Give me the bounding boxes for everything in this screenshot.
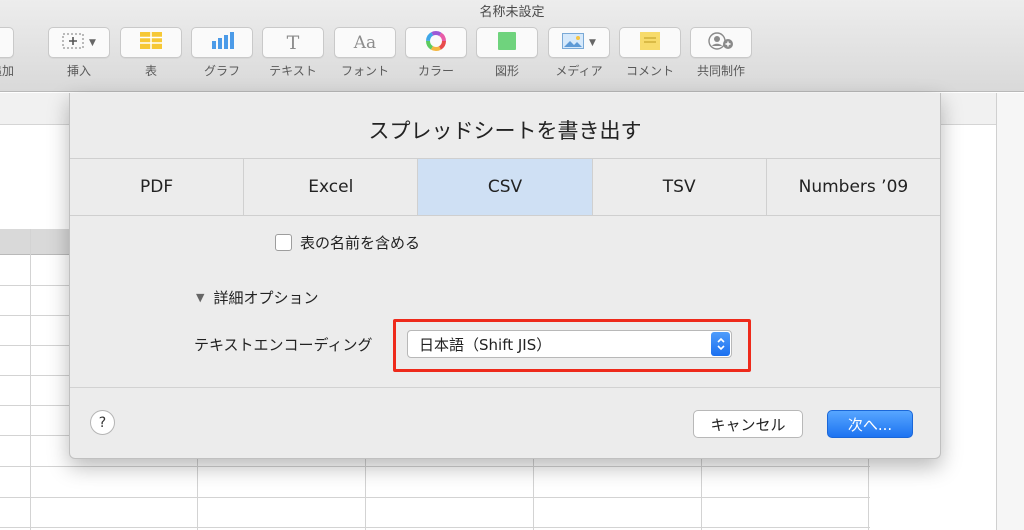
toolbar-table-label: 表 — [144, 64, 157, 78]
text-icon: T — [286, 31, 300, 54]
toolbar: 名称未設定 ▼ を追加 ▼ 挿入 表 グラフ T テキスト — [0, 0, 1024, 92]
toolbar-media-label: メディア — [555, 64, 603, 78]
toolbar-font-label: フォント — [340, 64, 389, 78]
inspector-panel-edge — [996, 93, 1024, 530]
toolbar-comment-button[interactable]: コメント — [619, 27, 681, 79]
toolbar-collaborate-button[interactable]: 共同制作 — [690, 27, 752, 79]
include-table-names-label[interactable]: 表の名前を含める — [300, 232, 420, 253]
toolbar-collaborate-label: 共同制作 — [696, 64, 745, 78]
advanced-options-disclosure[interactable]: ▼ 詳細オプション — [196, 287, 318, 308]
toolbar-font-button[interactable]: Aa フォント — [334, 27, 396, 79]
window-title: 名称未設定 — [479, 5, 545, 20]
toolbar-text-button[interactable]: T テキスト — [262, 27, 324, 79]
toolbar-add-button[interactable]: ▼ を追加 — [0, 27, 14, 79]
toolbar-insert-label: 挿入 — [66, 64, 91, 78]
toolbar-shape-button[interactable]: 図形 — [476, 27, 538, 79]
include-table-names-option: 表の名前を含める — [275, 232, 420, 253]
shape-icon — [498, 31, 516, 54]
cancel-button[interactable]: キャンセル — [693, 410, 803, 438]
disclosure-triangle-icon[interactable]: ▼ — [196, 291, 204, 304]
dialog-title: スプレッドシートを書き出す — [368, 119, 642, 143]
include-table-names-checkbox[interactable] — [275, 234, 292, 251]
next-button[interactable]: 次へ... — [827, 410, 913, 438]
toolbar-insert-button[interactable]: ▼ 挿入 — [48, 27, 110, 79]
format-tab-bar: PDF Excel CSV TSV Numbers ’09 — [70, 158, 941, 216]
advanced-options-label[interactable]: 詳細オプション — [213, 287, 318, 308]
export-dialog: スプレッドシートを書き出す PDF Excel CSV TSV Numbers … — [69, 93, 941, 459]
toolbar-table-button[interactable]: 表 — [120, 27, 182, 79]
bar-chart-icon — [210, 32, 234, 53]
help-button[interactable]: ? — [90, 410, 115, 435]
toolbar-color-button[interactable]: カラー — [405, 27, 467, 79]
toolbar-chart-label: グラフ — [203, 64, 240, 78]
toolbar-text-label: テキスト — [269, 64, 317, 78]
toolbar-shape-label: 図形 — [494, 64, 519, 78]
tab-excel[interactable]: Excel — [244, 159, 419, 215]
comment-note-icon — [640, 31, 660, 54]
color-wheel-icon — [426, 30, 446, 55]
tab-pdf[interactable]: PDF — [70, 159, 245, 215]
insert-icon — [62, 33, 84, 53]
chevron-down-icon: ▼ — [589, 37, 596, 48]
tab-numbers-09[interactable]: Numbers ’09 — [766, 159, 941, 215]
text-encoding-value: 日本語（Shift JIS） — [419, 335, 552, 354]
toolbar-color-label: カラー — [417, 64, 454, 78]
footer-divider — [70, 387, 940, 388]
table-header-row — [0, 229, 70, 255]
chevron-down-icon: ▼ — [89, 37, 96, 48]
tab-tsv[interactable]: TSV — [592, 159, 767, 215]
toolbar-add-label: を追加 — [0, 64, 14, 78]
tab-csv[interactable]: CSV — [418, 159, 593, 215]
up-down-chevron-icon[interactable] — [711, 332, 730, 356]
toolbar-media-button[interactable]: ▼ メディア — [548, 27, 610, 79]
text-encoding-select[interactable]: 日本語（Shift JIS） — [407, 330, 732, 358]
table-icon — [140, 32, 162, 53]
add-person-icon — [708, 31, 734, 54]
font-icon: Aa — [353, 32, 377, 53]
text-encoding-label: テキストエンコーディング — [194, 336, 373, 354]
toolbar-comment-label: コメント — [625, 64, 674, 78]
toolbar-chart-button[interactable]: グラフ — [191, 27, 253, 79]
photo-icon — [562, 32, 585, 53]
